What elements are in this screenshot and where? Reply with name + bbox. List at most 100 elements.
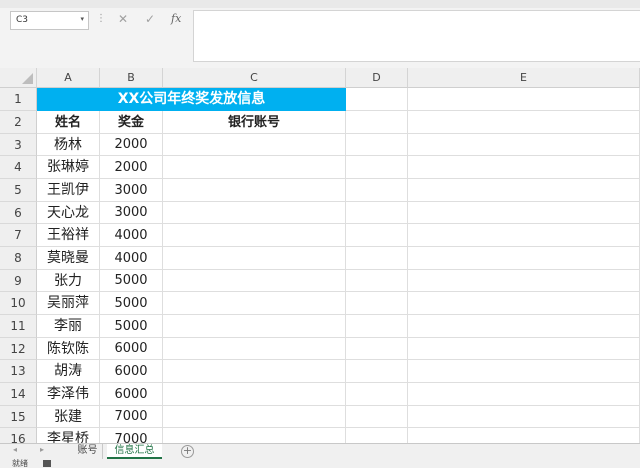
cell[interactable] (346, 270, 408, 292)
cell[interactable] (408, 156, 640, 179)
account-cell[interactable] (163, 179, 346, 202)
title-cell[interactable]: XX公司年终奖发放信息 (37, 88, 346, 111)
row-header-4[interactable]: 4 (0, 156, 37, 179)
account-cell[interactable] (163, 134, 346, 156)
add-sheet-icon[interactable]: + (181, 445, 194, 458)
next-sheet-icon[interactable]: ▸ (40, 445, 44, 454)
bonus-cell[interactable]: 4000 (100, 224, 163, 247)
bonus-cell[interactable]: 2000 (100, 134, 163, 156)
account-cell[interactable] (163, 383, 346, 406)
column-header-e[interactable]: E (408, 68, 640, 88)
account-cell[interactable] (163, 156, 346, 179)
sheet-tab-summary[interactable]: 信息汇总 (107, 444, 162, 459)
row-header-7[interactable]: 7 (0, 224, 37, 247)
cell[interactable] (346, 202, 408, 224)
name-cell[interactable]: 张琳婷 (37, 156, 100, 179)
cell[interactable] (346, 292, 408, 315)
insert-function-icon[interactable]: fx (171, 12, 181, 25)
row-header-3[interactable]: 3 (0, 134, 37, 156)
bonus-cell[interactable]: 5000 (100, 270, 163, 292)
bonus-cell[interactable]: 6000 (100, 338, 163, 360)
column-header-a[interactable]: A (37, 68, 100, 88)
column-header-c[interactable]: C (163, 68, 346, 88)
bonus-cell[interactable]: 4000 (100, 247, 163, 270)
name-cell[interactable]: 莫晓曼 (37, 247, 100, 270)
account-cell[interactable] (163, 315, 346, 338)
cell[interactable] (408, 247, 640, 270)
name-cell[interactable]: 王凯伊 (37, 179, 100, 202)
account-cell[interactable] (163, 224, 346, 247)
name-cell[interactable]: 张建 (37, 406, 100, 428)
cell[interactable] (408, 179, 640, 202)
account-cell[interactable] (163, 202, 346, 224)
cancel-icon[interactable]: ✕ (118, 12, 128, 26)
cell[interactable] (408, 428, 640, 443)
sheet-tab-account[interactable]: 账号 (73, 444, 103, 459)
name-cell[interactable]: 李丽 (37, 315, 100, 338)
bonus-cell[interactable]: 2000 (100, 156, 163, 179)
column-header-b[interactable]: B (100, 68, 163, 88)
cell[interactable] (346, 383, 408, 406)
account-cell[interactable] (163, 360, 346, 383)
row-header-1[interactable]: 1 (0, 88, 37, 111)
cell[interactable] (408, 224, 640, 247)
cell[interactable] (408, 134, 640, 156)
name-box[interactable]: C3 ▾ (10, 11, 89, 30)
account-cell[interactable] (163, 428, 346, 443)
spreadsheet-grid[interactable]: XX公司年终奖发放信息 A B C D E 1 2 3 4 5 6 7 8 9 10 11 12 13 14 15 16… (0, 68, 640, 443)
cell[interactable] (408, 406, 640, 428)
row-header-8[interactable]: 8 (0, 247, 37, 270)
prev-sheet-icon[interactable]: ◂ (13, 445, 17, 454)
account-cell[interactable] (163, 338, 346, 360)
chevron-down-icon[interactable]: ▾ (80, 15, 84, 23)
bonus-cell[interactable]: 7000 (100, 428, 163, 443)
cell[interactable] (408, 315, 640, 338)
name-cell[interactable]: 李泽伟 (37, 383, 100, 406)
cell[interactable] (408, 202, 640, 224)
row-header-11[interactable]: 11 (0, 315, 37, 338)
check-icon[interactable]: ✓ (145, 12, 155, 26)
row-header-13[interactable]: 13 (0, 360, 37, 383)
row-header-12[interactable]: 12 (0, 338, 37, 360)
name-cell[interactable]: 陈钦陈 (37, 338, 100, 360)
name-cell[interactable]: 张力 (37, 270, 100, 292)
column-header-d[interactable]: D (346, 68, 408, 88)
row-header-10[interactable]: 10 (0, 292, 37, 315)
bonus-cell[interactable]: 7000 (100, 406, 163, 428)
formula-input[interactable] (193, 10, 640, 62)
cell[interactable] (346, 338, 408, 360)
bonus-cell[interactable]: 3000 (100, 179, 163, 202)
row-header-6[interactable]: 6 (0, 202, 37, 224)
header-cell-bonus[interactable]: 奖金 (100, 111, 163, 134)
name-cell[interactable]: 杨林 (37, 134, 100, 156)
name-cell[interactable]: 李星桥 (37, 428, 100, 443)
cell[interactable] (346, 406, 408, 428)
name-cell[interactable]: 胡涛 (37, 360, 100, 383)
row-header-9[interactable]: 9 (0, 270, 37, 292)
account-cell[interactable] (163, 270, 346, 292)
bonus-cell[interactable]: 6000 (100, 383, 163, 406)
bonus-cell[interactable]: 5000 (100, 292, 163, 315)
row-header-2[interactable]: 2 (0, 111, 37, 134)
cell[interactable] (408, 270, 640, 292)
cell[interactable] (346, 247, 408, 270)
row-header-5[interactable]: 5 (0, 179, 37, 202)
macro-record-icon[interactable] (43, 460, 51, 467)
cell[interactable] (346, 134, 408, 156)
cell[interactable] (408, 111, 640, 134)
cell[interactable] (408, 88, 640, 111)
account-cell[interactable] (163, 247, 346, 270)
account-cell[interactable] (163, 292, 346, 315)
cell[interactable] (346, 428, 408, 443)
row-header-14[interactable]: 14 (0, 383, 37, 406)
cell[interactable] (408, 360, 640, 383)
bonus-cell[interactable]: 3000 (100, 202, 163, 224)
bonus-cell[interactable]: 6000 (100, 360, 163, 383)
cell[interactable] (408, 338, 640, 360)
select-all-button[interactable] (0, 68, 37, 88)
bonus-cell[interactable]: 5000 (100, 315, 163, 338)
account-cell[interactable] (163, 406, 346, 428)
name-cell[interactable]: 王裕祥 (37, 224, 100, 247)
header-cell-account[interactable]: 银行账号 (163, 111, 346, 134)
cell[interactable] (346, 315, 408, 338)
